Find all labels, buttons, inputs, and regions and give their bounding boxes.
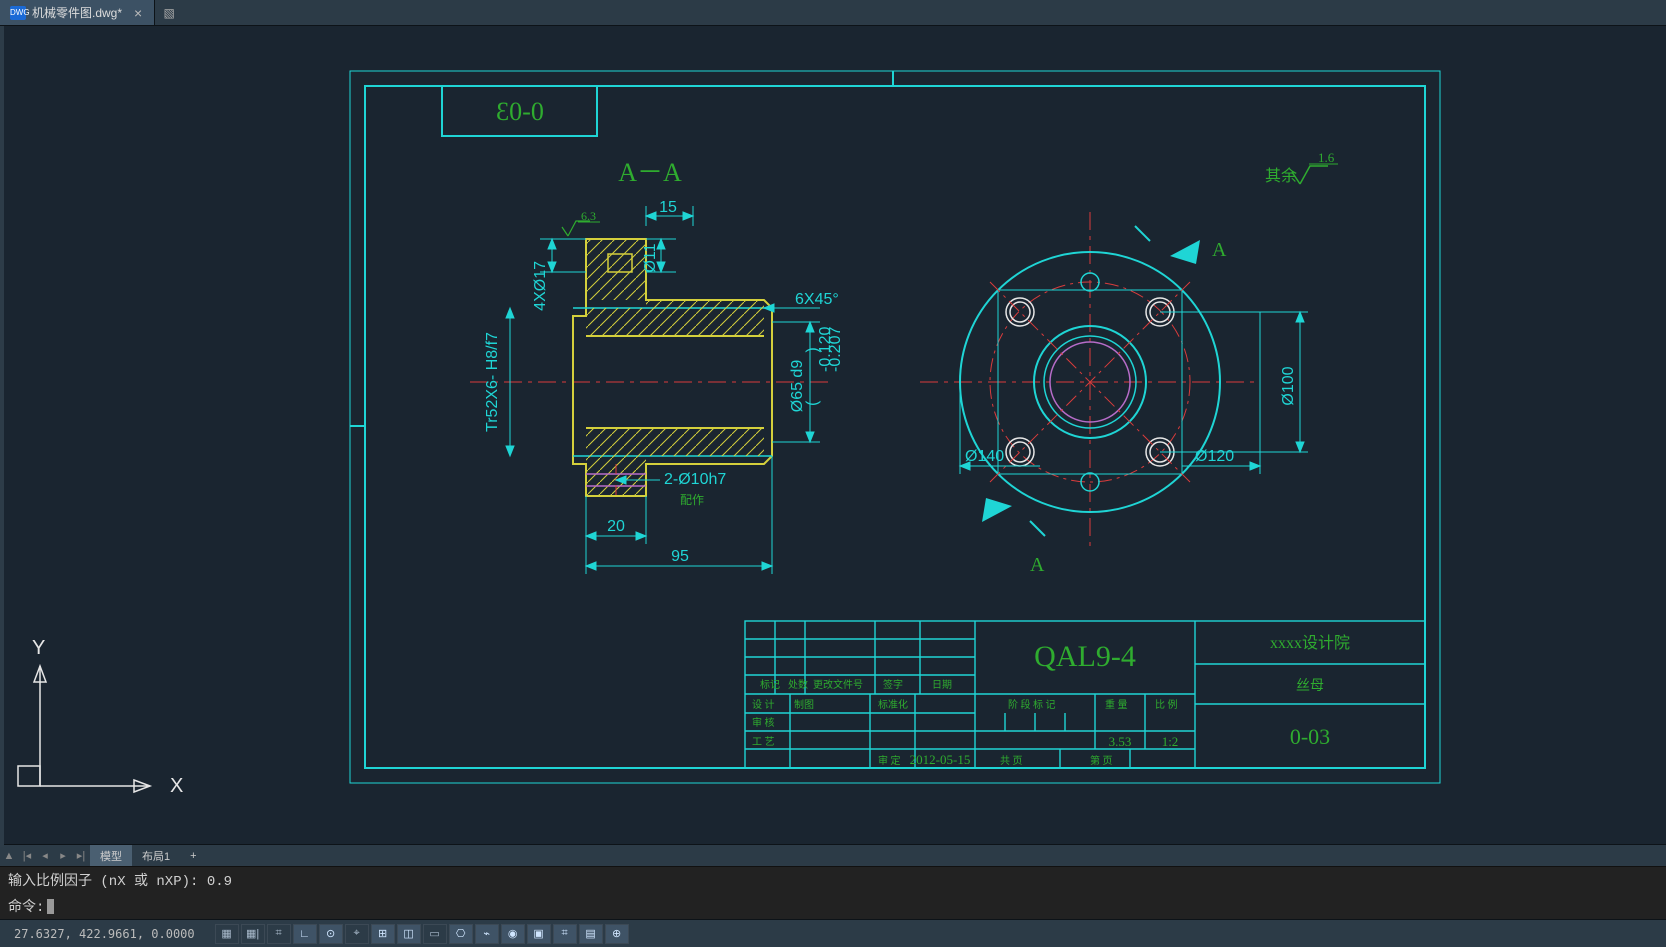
surface-finish: 其余 1.6 — [1265, 150, 1338, 185]
svg-text:6X45°: 6X45° — [795, 291, 839, 308]
svg-text:20: 20 — [607, 518, 625, 535]
status-toggle-8[interactable]: ▭ — [423, 924, 447, 944]
svg-text:2012-05-15: 2012-05-15 — [910, 752, 971, 767]
svg-text:制图: 制图 — [794, 698, 814, 711]
ucs-y: Y — [32, 637, 45, 659]
tab-layout1[interactable]: 布局1 — [132, 845, 180, 866]
svg-text:签字: 签字 — [883, 678, 903, 691]
status-bar: 27.6327, 422.9661, 0.0000 ▦▦|⌗∟⊙⌖⊞◫▭⎔⌁◉▣… — [0, 919, 1666, 947]
svg-text:处数: 处数 — [788, 678, 808, 691]
svg-text:( ): ( ) — [804, 347, 821, 406]
svg-text:15: 15 — [659, 199, 677, 216]
status-toggle-0[interactable]: ▦ — [215, 924, 239, 944]
svg-text:1:2: 1:2 — [1162, 734, 1179, 749]
file-tab-label: 机械零件图.dwg* — [32, 4, 122, 21]
ucs-x: X — [170, 775, 183, 797]
status-toggle-5[interactable]: ⌖ — [345, 924, 369, 944]
ucs-icon — [18, 666, 150, 792]
status-toggles: ▦▦|⌗∟⊙⌖⊞◫▭⎔⌁◉▣⌗▤⊕ — [209, 924, 629, 944]
svg-text:其余: 其余 — [1265, 166, 1297, 185]
plus-icon: ▧ — [164, 6, 175, 20]
svg-text:共 页: 共 页 — [1000, 755, 1023, 767]
corner-part-no: 0-03 — [496, 97, 544, 126]
svg-text:审 定: 审 定 — [878, 754, 901, 767]
svg-text:比 例: 比 例 — [1155, 698, 1178, 711]
layout-first-icon[interactable]: ▲ — [0, 850, 18, 862]
svg-text:配作: 配作 — [680, 493, 704, 507]
svg-text:丝母: 丝母 — [1296, 678, 1324, 694]
title-block: QAL9-4 xxxx设计院 丝母 0-03 3.53 1:2 2012-05-… — [745, 621, 1425, 768]
svg-text:标准化: 标准化 — [878, 698, 908, 711]
svg-text:xxxx设计院: xxxx设计院 — [1270, 634, 1350, 652]
svg-text:1.6: 1.6 — [1318, 150, 1335, 165]
svg-text:Ø100: Ø100 — [1280, 366, 1297, 405]
status-toggle-4[interactable]: ⊙ — [319, 924, 343, 944]
svg-text:3.53: 3.53 — [1109, 734, 1132, 749]
status-toggle-7[interactable]: ◫ — [397, 924, 421, 944]
svg-text:2-Ø10h7: 2-Ø10h7 — [664, 471, 726, 488]
svg-text:4XØ17: 4XØ17 — [532, 261, 549, 311]
status-toggle-14[interactable]: ▤ — [579, 924, 603, 944]
svg-text:更改文件号: 更改文件号 — [813, 678, 863, 691]
layout-tab-strip: ▲ |◂ ◂ ▸ ▸| 模型 布局1 + — [0, 844, 1666, 866]
file-tab[interactable]: DWG 机械零件图.dwg* × — [0, 0, 155, 25]
layout-fwd-icon[interactable]: ▸ — [54, 849, 72, 862]
svg-text:审 核: 审 核 — [752, 716, 775, 729]
svg-text:设 计: 设 计 — [752, 698, 775, 711]
command-area: 输入比例因子 (nX 或 nXP): 0.9 命令: — [0, 866, 1666, 919]
svg-text:0-03: 0-03 — [1290, 724, 1330, 749]
tab-add-layout[interactable]: + — [180, 845, 206, 866]
svg-text:A: A — [1212, 239, 1227, 261]
status-toggle-12[interactable]: ▣ — [527, 924, 551, 944]
svg-text:第 页: 第 页 — [1090, 754, 1113, 767]
new-tab-button[interactable]: ▧ — [155, 0, 183, 25]
dwg-icon: DWG — [10, 6, 26, 20]
svg-text:重 量: 重 量 — [1105, 698, 1128, 711]
layout-back-icon[interactable]: ◂ — [36, 849, 54, 862]
status-toggle-2[interactable]: ⌗ — [267, 924, 291, 944]
svg-text:95: 95 — [671, 548, 689, 565]
svg-text:工 艺: 工 艺 — [752, 736, 775, 748]
status-toggle-15[interactable]: ⊕ — [605, 924, 629, 944]
status-toggle-9[interactable]: ⎔ — [449, 924, 473, 944]
drawing-canvas[interactable]: 0-03 A－A 其余 1.6 — [0, 26, 1666, 844]
status-toggle-1[interactable]: ▦| — [241, 924, 265, 944]
command-input[interactable]: 命令: — [0, 893, 1666, 919]
svg-text:阶 段 标 记: 阶 段 标 记 — [1008, 698, 1056, 711]
layout-prev-icon[interactable]: |◂ — [18, 849, 36, 862]
svg-text:Ø140: Ø140 — [965, 448, 1004, 465]
svg-text:A: A — [1030, 554, 1045, 576]
file-tab-strip: DWG 机械零件图.dwg* × ▧ — [0, 0, 1666, 26]
svg-text:日期: 日期 — [932, 679, 952, 691]
tab-model[interactable]: 模型 — [90, 845, 132, 866]
section-view: 4XØ17 6.3 Ø11 15 Tr52X6- H8/f7 — [470, 199, 844, 574]
svg-text:Ø120: Ø120 — [1195, 448, 1234, 465]
status-toggle-3[interactable]: ∟ — [293, 924, 317, 944]
layout-next-icon[interactable]: ▸| — [72, 849, 90, 862]
svg-text:标记: 标记 — [760, 679, 780, 691]
command-history: 输入比例因子 (nX 或 nXP): 0.9 — [0, 867, 1666, 893]
status-toggle-13[interactable]: ⌗ — [553, 924, 577, 944]
close-tab-icon[interactable]: × — [134, 5, 142, 21]
status-toggle-6[interactable]: ⊞ — [371, 924, 395, 944]
svg-text:QAL9-4: QAL9-4 — [1034, 640, 1136, 673]
cursor-icon — [47, 899, 54, 914]
status-toggle-10[interactable]: ⌁ — [475, 924, 499, 944]
svg-text:Tr52X6- H8/f7: Tr52X6- H8/f7 — [484, 332, 501, 432]
section-label: A－A — [618, 158, 682, 187]
front-view: A A Ø140 Ø120 Ø100 — [920, 212, 1308, 576]
svg-text:-0.207: -0.207 — [827, 327, 844, 372]
status-coords: 27.6327, 422.9661, 0.0000 — [0, 927, 209, 941]
status-toggle-11[interactable]: ◉ — [501, 924, 525, 944]
svg-text:6.3: 6.3 — [581, 209, 596, 223]
svg-text:Ø11: Ø11 — [642, 243, 659, 272]
